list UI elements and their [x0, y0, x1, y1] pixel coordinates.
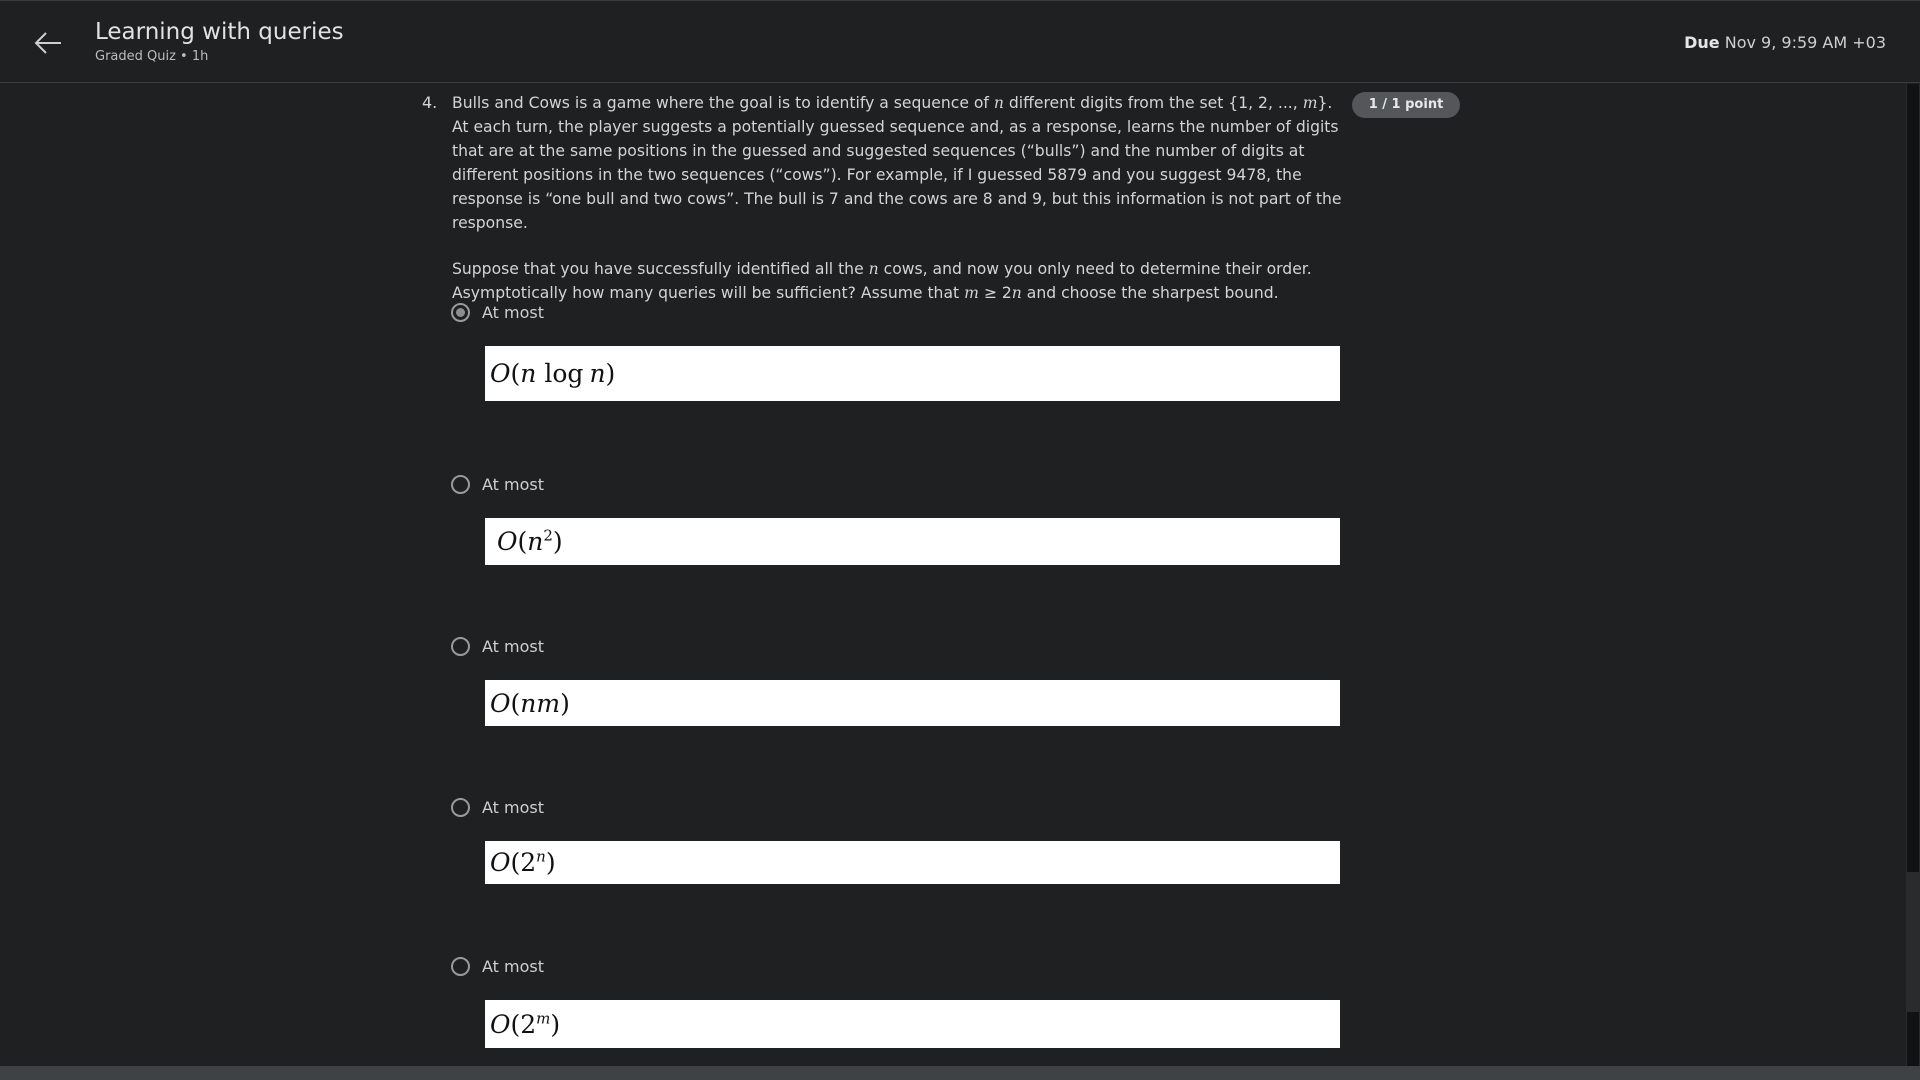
math-sym: n: [520, 359, 537, 388]
page-title: Learning with queries: [95, 19, 344, 45]
formula-o-n-log-n: O(n log n): [490, 359, 615, 388]
math-sym: 2: [520, 848, 537, 877]
question-paragraph-1: Bulls and Cows is a game where the goal …: [452, 91, 1352, 235]
math-sym: (: [510, 1009, 521, 1039]
math-sym: O: [490, 1009, 511, 1039]
math-sym: n: [589, 359, 606, 388]
question-text-part: Bulls and Cows is a game where the goal …: [452, 94, 994, 112]
question-text-part: different digits from the set {1, 2, ...…: [1003, 94, 1303, 112]
option-4-formula-box: O(2n): [485, 841, 1340, 884]
math-sym: 2: [520, 1009, 537, 1039]
option-label: At most: [482, 636, 545, 656]
question-paragraph-2: Suppose that you have successfully ident…: [452, 257, 1352, 305]
top-header: Learning with queries Graded Quiz • 1h D…: [0, 0, 1920, 83]
question-text-part: Suppose that you have successfully ident…: [452, 260, 869, 278]
math-var-n: n: [993, 94, 1004, 112]
math-var-n: n: [1011, 284, 1022, 302]
math-sym: ): [560, 688, 570, 718]
question-text-part: ≥ 2: [978, 284, 1012, 302]
back-button[interactable]: [30, 25, 66, 61]
option-2[interactable]: At most: [451, 472, 544, 496]
formula-o-2-pow-n: O(2n): [490, 848, 556, 877]
math-sym: n: [527, 527, 544, 556]
math-sym: O: [497, 527, 518, 556]
math-sym: n: [520, 688, 537, 718]
option-label: At most: [482, 474, 545, 494]
option-5[interactable]: At most: [451, 954, 544, 978]
option-3[interactable]: At most: [451, 634, 544, 658]
scrollbar-thumb-lower[interactable]: [1907, 1012, 1919, 1068]
question-number: 4.: [422, 93, 438, 112]
math-sym: O: [490, 688, 511, 718]
math-var-m: m: [1302, 94, 1318, 112]
formula-o-nm: O(nm): [490, 689, 570, 718]
bottom-bar: [0, 1066, 1920, 1080]
radio-unchecked-icon[interactable]: [451, 636, 470, 656]
math-sym: O: [490, 359, 511, 388]
option-2-formula-box: O(n2): [485, 518, 1340, 565]
math-sym: (: [510, 359, 521, 388]
arrow-left-icon: [34, 32, 61, 54]
math-sym: ): [550, 1009, 561, 1039]
math-sym: m: [536, 1009, 551, 1028]
radio-unchecked-icon[interactable]: [451, 797, 470, 817]
math-sym: ): [552, 527, 563, 556]
option-3-formula-box: O(nm): [485, 680, 1340, 726]
math-sym: n: [536, 847, 546, 866]
due-date: Due Nov 9, 9:59 AM +03: [1684, 33, 1886, 52]
radio-checked-icon[interactable]: [451, 302, 470, 322]
option-4[interactable]: At most: [451, 795, 544, 819]
due-value: Nov 9, 9:59 AM +03: [1724, 33, 1886, 52]
points-badge: 1 / 1 point: [1352, 92, 1460, 118]
due-label: Due: [1684, 33, 1720, 52]
math-var-m: m: [964, 284, 979, 302]
formula-o-2-pow-m: O(2m): [490, 1010, 560, 1039]
option-label: At most: [482, 797, 545, 817]
question-text: Bulls and Cows is a game where the goal …: [452, 91, 1352, 327]
option-label: At most: [482, 302, 545, 322]
math-sym: ): [605, 359, 616, 388]
math-var-n: n: [868, 260, 879, 278]
math-sym: ): [545, 848, 556, 877]
question-text-part: and choose the sharpest bound.: [1021, 284, 1279, 302]
math-sym: (: [510, 848, 521, 877]
radio-unchecked-icon[interactable]: [451, 474, 470, 494]
radio-unchecked-icon[interactable]: [451, 956, 470, 976]
math-sym: (: [517, 527, 528, 556]
option-label: At most: [482, 956, 545, 976]
math-sym: (: [510, 688, 521, 718]
option-5-formula-box: O(2m): [485, 1000, 1340, 1048]
option-1-formula-box: O(n log n): [485, 346, 1340, 401]
page-subtitle: Graded Quiz • 1h: [95, 49, 209, 64]
formula-o-n-squared: O(n2): [497, 527, 563, 556]
math-sym: O: [490, 848, 511, 877]
math-sym: log: [544, 359, 584, 388]
scrollbar-thumb[interactable]: [1907, 84, 1919, 872]
option-1[interactable]: At most: [451, 300, 544, 324]
math-sym: m: [536, 688, 561, 718]
math-sym: 2: [543, 526, 553, 545]
question-text-part: }. At each turn, the player suggests a p…: [452, 94, 1342, 232]
